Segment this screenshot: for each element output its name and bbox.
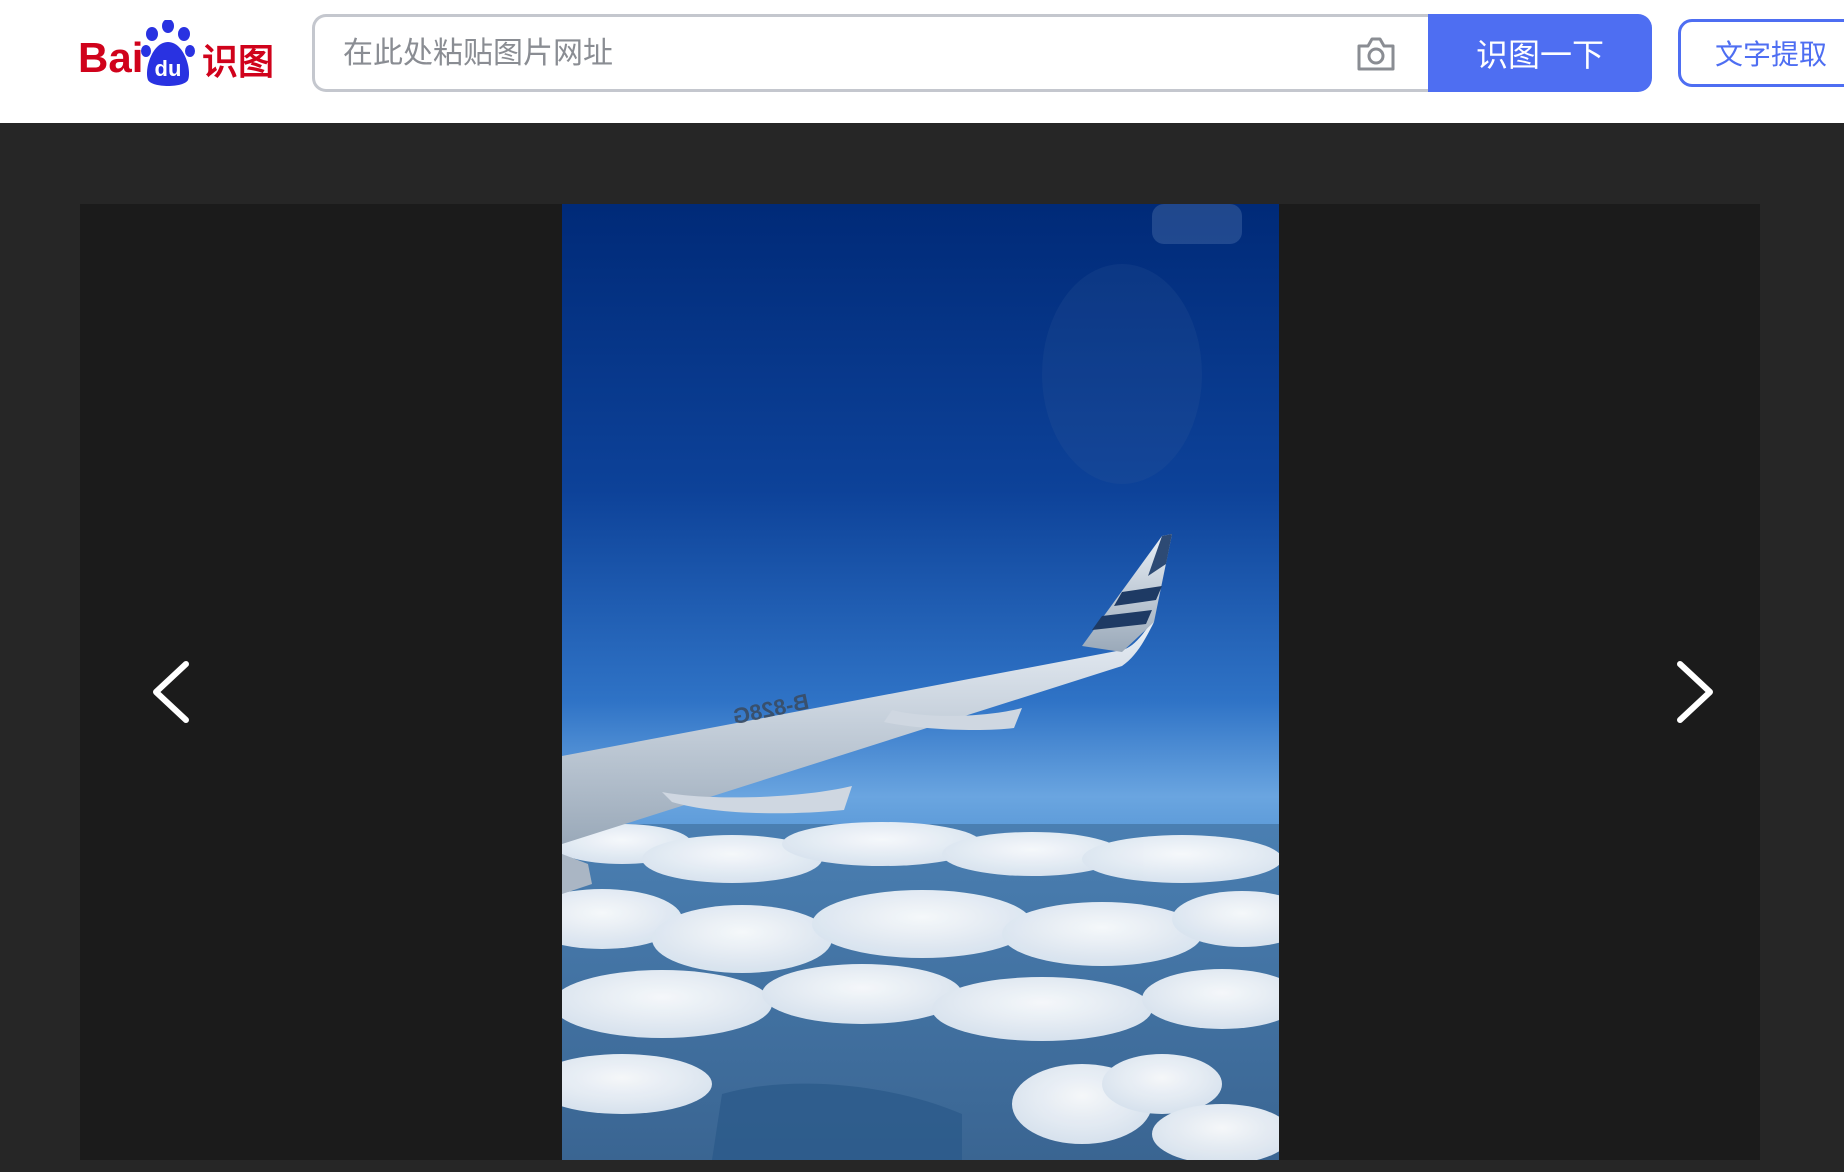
image-viewer: B-828G (80, 204, 1760, 1160)
top-bar: Bai du 识图 识图一下 文字提取 (0, 0, 1844, 123)
chevron-right-icon (1677, 661, 1713, 723)
logo-paw-text: du (155, 56, 182, 81)
search-button[interactable]: 识图一下 (1428, 14, 1652, 92)
text-extract-button[interactable]: 文字提取 (1678, 19, 1844, 87)
next-image-button[interactable] (1650, 652, 1730, 732)
chevron-left-icon (153, 661, 189, 723)
search-box (312, 14, 1430, 92)
logo-product-text: 识图 (202, 42, 274, 83)
uploaded-photo: B-828G (562, 204, 1279, 1160)
baidu-shitu-logo[interactable]: Bai du 识图 (78, 19, 278, 90)
search-input[interactable] (343, 27, 1303, 79)
camera-icon[interactable] (1355, 34, 1397, 74)
previous-image-button[interactable] (136, 652, 216, 732)
logo-brand-text: Bai (78, 34, 143, 81)
